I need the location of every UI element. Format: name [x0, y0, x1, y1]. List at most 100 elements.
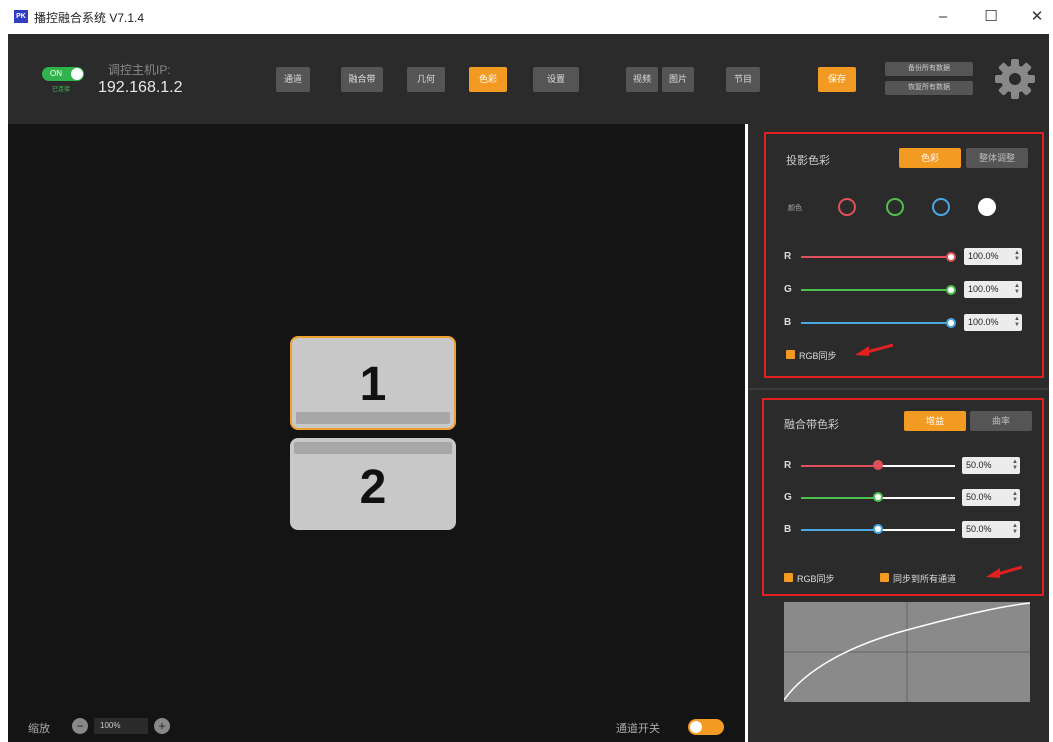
- program-button[interactable]: 节目: [726, 67, 760, 92]
- section-divider: [748, 388, 1049, 390]
- tab-channel[interactable]: 通道: [276, 67, 310, 92]
- sync-all-channels-label: 同步到所有通道: [893, 574, 957, 584]
- blue-swatch[interactable]: [932, 198, 950, 216]
- tab-blend[interactable]: 融合带: [341, 67, 383, 92]
- blend-slider-rest-r[interactable]: [879, 465, 955, 467]
- switch-knob: [71, 68, 83, 80]
- blend-slider-label-g: G: [784, 492, 792, 503]
- tab-color[interactable]: 色彩: [469, 67, 507, 92]
- rgb-sync-label: RGB同步: [799, 351, 837, 361]
- value-text: 50.0%: [966, 460, 992, 470]
- blend-value-input-r[interactable]: 50.0% ▲ ▼: [962, 457, 1020, 474]
- screen-tile-2[interactable]: 2: [290, 438, 456, 530]
- blend-slider-thumb-b[interactable]: [873, 524, 883, 534]
- sync-all-channels-checkbox[interactable]: [880, 573, 889, 582]
- slider-track-b[interactable]: [801, 322, 951, 324]
- projection-color-title: 投影色彩: [786, 155, 830, 167]
- red-arrow-icon: [986, 565, 1023, 578]
- slider-thumb-r[interactable]: [946, 252, 956, 262]
- slider-thumb-b[interactable]: [946, 318, 956, 328]
- projection-canvas[interactable]: 1 2: [8, 124, 745, 710]
- screen-number: 2: [359, 461, 387, 514]
- value-input-r[interactable]: 100.0% ▲ ▼: [964, 248, 1022, 265]
- red-swatch[interactable]: [838, 198, 856, 216]
- zoom-value[interactable]: 100%: [94, 718, 148, 734]
- slider-label-r: R: [784, 251, 792, 262]
- gear-icon[interactable]: [993, 57, 1037, 101]
- value-input-g[interactable]: 100.0% ▲ ▼: [964, 281, 1022, 298]
- tab-settings[interactable]: 设置: [533, 67, 579, 92]
- spinner-icon[interactable]: ▲ ▼: [1012, 459, 1018, 471]
- tab-geometry[interactable]: 几何: [407, 67, 445, 92]
- zoom-out-button[interactable]: −: [72, 718, 88, 734]
- tab-projection-color[interactable]: 色彩: [899, 148, 961, 168]
- blend-slider-thumb-r[interactable]: [873, 460, 883, 470]
- blend-color-title: 融合带色彩: [784, 419, 839, 431]
- blend-slider-label-r: R: [784, 460, 792, 471]
- ip-label: 调控主机IP:: [108, 63, 171, 77]
- white-swatch[interactable]: [978, 198, 996, 216]
- blend-strip: [296, 412, 450, 424]
- channel-switch-label: 通道开关: [616, 723, 660, 735]
- toggle-knob: [690, 721, 702, 733]
- screen-number: 1: [359, 358, 387, 411]
- tab-curvature[interactable]: 曲率: [970, 411, 1032, 431]
- restore-all-button[interactable]: 恢复所有数据: [885, 81, 973, 95]
- blend-slider-rest-b[interactable]: [879, 529, 955, 531]
- zoom-in-button[interactable]: +: [154, 718, 170, 734]
- backup-all-button[interactable]: 备份所有数据: [885, 62, 973, 76]
- blend-slider-thumb-g[interactable]: [873, 492, 883, 502]
- spinner-icon[interactable]: ▲ ▼: [1014, 316, 1020, 328]
- slider-track-g[interactable]: [801, 289, 951, 291]
- color-panel: 投影色彩 色彩 整体调整 颜色 R 100.0% ▲ ▼ G 100.0% ▲ ▼ …: [748, 124, 1049, 742]
- bottom-bar: 缩放 − 100% + 通道开关: [8, 710, 745, 742]
- rgb-sync-checkbox[interactable]: [786, 350, 795, 359]
- blend-rgb-sync-label: RGB同步: [797, 574, 835, 584]
- close-button[interactable]: ✕: [1022, 5, 1052, 29]
- minimize-button[interactable]: –: [928, 5, 958, 29]
- blend-slider-fill-r[interactable]: [801, 465, 879, 467]
- maximize-button[interactable]: ☐: [976, 5, 1006, 29]
- blend-rgb-sync-checkbox[interactable]: [784, 573, 793, 582]
- app-window: PK 播控融合系统 V7.1.4 – ☐ ✕ ON 已连接 调控主机IP: 19…: [0, 0, 1053, 742]
- connection-switch-label: ON: [50, 69, 62, 78]
- zoom-label: 缩放: [28, 723, 50, 735]
- title-bar: PK 播控融合系统 V7.1.4 – ☐ ✕: [0, 0, 1053, 34]
- value-text: 50.0%: [966, 492, 992, 502]
- save-button[interactable]: 保存: [818, 67, 856, 92]
- slider-thumb-g[interactable]: [946, 285, 956, 295]
- spinner-icon[interactable]: ▲ ▼: [1012, 523, 1018, 535]
- blend-slider-label-b: B: [784, 524, 792, 535]
- tab-gain[interactable]: 增益: [904, 411, 966, 431]
- red-arrow-icon: [855, 343, 894, 356]
- image-button[interactable]: 图片: [662, 67, 694, 92]
- tab-overall-adjust[interactable]: 整体调整: [966, 148, 1028, 168]
- color-label: 颜色: [788, 205, 802, 212]
- connection-switch[interactable]: ON: [42, 67, 84, 81]
- blend-strip: [294, 442, 452, 454]
- window-title: 播控融合系统 V7.1.4: [34, 11, 145, 25]
- value-text: 100.0%: [968, 284, 999, 294]
- channel-toggle[interactable]: [688, 719, 724, 735]
- value-text: 100.0%: [968, 251, 999, 261]
- blend-value-input-g[interactable]: 50.0% ▲ ▼: [962, 489, 1020, 506]
- ip-value: 192.168.1.2: [98, 79, 183, 96]
- connection-status: 已连接: [52, 87, 71, 93]
- blend-slider-rest-g[interactable]: [879, 497, 955, 499]
- blend-slider-fill-g[interactable]: [801, 497, 879, 499]
- slider-label-b: B: [784, 317, 792, 328]
- spinner-icon[interactable]: ▲ ▼: [1012, 491, 1018, 503]
- value-input-b[interactable]: 100.0% ▲ ▼: [964, 314, 1022, 331]
- slider-label-g: G: [784, 284, 792, 295]
- slider-track-r[interactable]: [801, 256, 951, 258]
- blend-slider-fill-b[interactable]: [801, 529, 879, 531]
- app-logo-icon: PK: [14, 10, 28, 23]
- green-swatch[interactable]: [886, 198, 904, 216]
- spinner-icon[interactable]: ▲ ▼: [1014, 283, 1020, 295]
- blend-value-input-b[interactable]: 50.0% ▲ ▼: [962, 521, 1020, 538]
- blend-curve-graph[interactable]: [784, 602, 1030, 702]
- top-toolbar: ON 已连接 调控主机IP: 192.168.1.2 通道 融合带 几何 色彩 …: [8, 34, 1049, 124]
- video-button[interactable]: 视频: [626, 67, 658, 92]
- screen-tile-1[interactable]: 1: [290, 336, 456, 430]
- spinner-icon[interactable]: ▲ ▼: [1014, 250, 1020, 262]
